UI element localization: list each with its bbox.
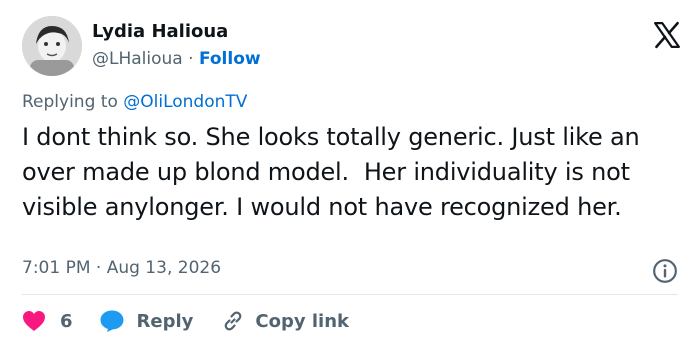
avatar[interactable] <box>22 16 82 76</box>
info-icon[interactable] <box>652 258 678 284</box>
separator-dot: · <box>188 49 194 69</box>
like-button[interactable]: 6 <box>22 310 73 332</box>
reply-label: Reply <box>136 310 194 332</box>
tweet-header: Lydia Halioua @LHalioua · Follow <box>22 16 682 78</box>
author-name[interactable]: Lydia Halioua <box>92 21 228 42</box>
avatar-photo-icon <box>22 16 82 76</box>
tweet-text: I dont think so. She looks totally gener… <box>22 123 647 221</box>
reply-bubble-icon <box>100 310 124 332</box>
reply-mention-link[interactable]: @OliLondonTV <box>123 92 247 112</box>
handle-line: @LHalioua · Follow <box>92 49 261 69</box>
action-bar: 6 Reply Copy link <box>22 306 349 336</box>
reply-button[interactable]: Reply <box>99 309 194 333</box>
timestamp[interactable]: 7:01 PM · Aug 13, 2026 <box>22 258 221 278</box>
reply-context: Replying to @OliLondonTV <box>22 92 247 112</box>
copy-link-button[interactable]: Copy link <box>221 309 349 333</box>
author-handle[interactable]: @LHalioua <box>92 49 183 69</box>
follow-button[interactable]: Follow <box>199 49 261 69</box>
like-count: 6 <box>60 310 73 332</box>
divider <box>22 294 678 295</box>
copy-link-label: Copy link <box>255 310 349 332</box>
reply-prefix: Replying to <box>22 92 118 112</box>
link-icon <box>225 311 242 331</box>
heart-icon <box>23 311 45 331</box>
x-logo-icon[interactable] <box>652 20 682 50</box>
